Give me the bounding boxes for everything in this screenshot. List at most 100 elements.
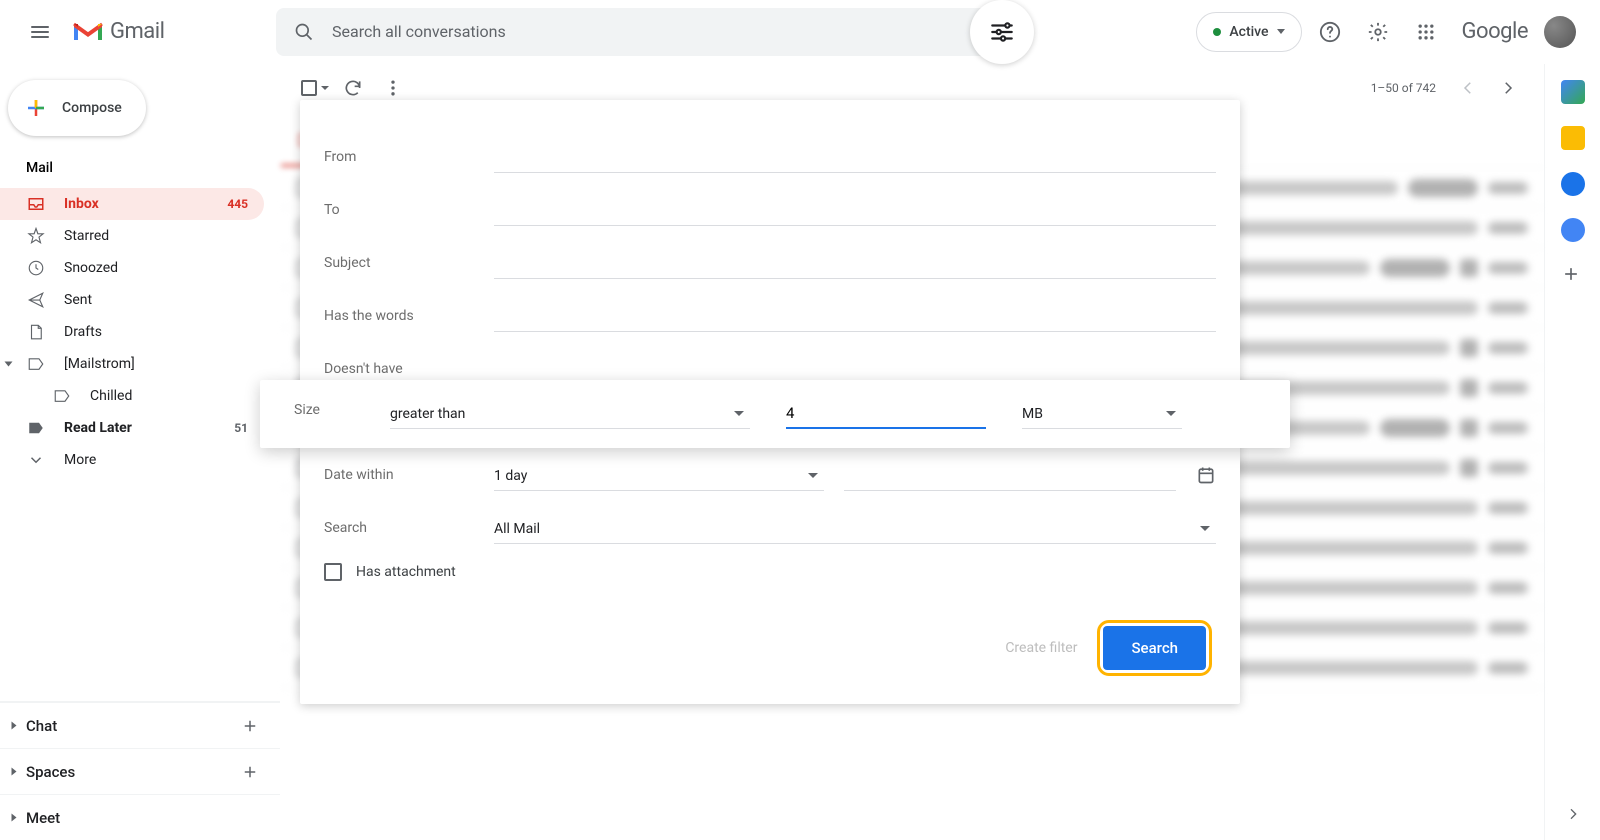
status-chip[interactable]: Active — [1196, 12, 1301, 52]
help-button[interactable] — [1310, 12, 1350, 52]
chevron-down-icon — [321, 86, 329, 90]
subject-label: Subject — [324, 255, 474, 279]
has-attachment-label: Has attachment — [356, 564, 456, 580]
sidebar-item-starred[interactable]: Starred — [0, 220, 264, 252]
sidebar: Compose Mail Inbox 445 Starred Snoozed S — [0, 64, 280, 840]
sidebar-item-read-later[interactable]: Read Later 51 — [0, 412, 264, 444]
app-name: Gmail — [110, 19, 164, 44]
to-label: To — [324, 202, 474, 226]
main-menu-button[interactable] — [16, 8, 64, 56]
calendar-app-button[interactable] — [1561, 80, 1585, 104]
label-icon — [26, 354, 46, 374]
sidebar-item-more[interactable]: More — [0, 444, 264, 476]
side-panel — [1544, 64, 1600, 840]
to-input[interactable] — [494, 196, 1216, 226]
size-label: Size — [294, 402, 354, 426]
size-operator-select[interactable]: greater than — [390, 399, 750, 429]
search-icon[interactable] — [284, 12, 324, 52]
size-filter-popout: Size greater than MB — [260, 380, 1290, 448]
sidebar-item-mailstrom[interactable]: [Mailstrom] — [0, 348, 264, 380]
collapse-panel-button[interactable] — [1559, 800, 1587, 828]
sidebar-item-chilled[interactable]: Chilled — [0, 380, 264, 412]
has-words-input[interactable] — [494, 302, 1216, 332]
date-within-label: Date within — [324, 467, 474, 491]
hamburger-icon — [31, 26, 49, 38]
chevron-down-icon — [26, 450, 46, 470]
google-logo: Google — [1462, 19, 1528, 44]
send-icon — [26, 290, 46, 310]
contacts-app-button[interactable] — [1561, 218, 1585, 242]
chevron-down-icon — [1277, 29, 1285, 34]
gmail-icon — [72, 20, 104, 44]
sidebar-section-chat[interactable]: Chat — [0, 702, 280, 748]
keep-app-button[interactable] — [1561, 126, 1585, 150]
subject-input[interactable] — [494, 249, 1216, 279]
search-input[interactable] — [324, 22, 998, 41]
search-bar[interactable] — [276, 8, 1006, 56]
add-app-button[interactable] — [1561, 264, 1585, 288]
compose-button[interactable]: Compose — [8, 80, 146, 136]
search-scope-label: Search — [324, 520, 474, 544]
chevron-down-icon — [1200, 526, 1210, 531]
sidebar-item-sent[interactable]: Sent — [0, 284, 264, 316]
has-attachment-checkbox[interactable] — [324, 563, 342, 581]
tune-icon — [989, 19, 1015, 45]
next-page-button[interactable] — [1488, 68, 1528, 108]
date-within-select[interactable]: 1 day — [494, 461, 824, 491]
gear-icon — [1367, 21, 1389, 43]
apps-button[interactable] — [1406, 12, 1446, 52]
search-button[interactable]: Search — [1103, 626, 1206, 670]
mail-section-label: Mail — [26, 160, 53, 176]
pagination-info: 1–50 of 742 — [1371, 81, 1436, 95]
create-filter-link[interactable]: Create filter — [1005, 640, 1077, 656]
sidebar-item-inbox[interactable]: Inbox 445 — [0, 188, 264, 220]
chevron-down-icon — [808, 473, 818, 478]
label-icon — [26, 418, 46, 438]
tasks-app-button[interactable] — [1561, 172, 1585, 196]
search-button-highlight: Search — [1097, 620, 1212, 676]
calendar-icon[interactable] — [1196, 465, 1216, 485]
mail-section-header[interactable]: Mail — [0, 152, 280, 184]
sidebar-item-drafts[interactable]: Drafts — [0, 316, 264, 348]
prev-page-button[interactable] — [1448, 68, 1488, 108]
select-all-checkbox[interactable] — [297, 76, 333, 100]
account-avatar[interactable] — [1544, 16, 1576, 48]
has-words-label: Has the words — [324, 308, 474, 332]
chevron-down-icon — [1166, 411, 1176, 416]
checkbox-icon — [301, 80, 317, 96]
chevron-down-icon — [734, 411, 744, 416]
from-input[interactable] — [494, 143, 1216, 173]
new-space-button[interactable] — [236, 758, 264, 786]
date-input[interactable] — [844, 461, 1176, 491]
app-header: Gmail Active Google — [0, 0, 1600, 64]
status-dot-icon — [1213, 28, 1221, 36]
help-icon — [1319, 21, 1341, 43]
search-options-button[interactable] — [970, 0, 1034, 64]
chevron-right-icon — [12, 722, 17, 730]
new-chat-button[interactable] — [236, 712, 264, 740]
header-actions: Active Google — [1196, 12, 1584, 52]
chevron-down-icon — [5, 362, 13, 367]
compose-label: Compose — [62, 100, 122, 116]
more-vert-icon — [383, 78, 403, 98]
app-logo[interactable]: Gmail — [72, 19, 272, 44]
sidebar-section-meet[interactable]: Meet — [0, 794, 280, 840]
compose-plus-icon — [24, 96, 48, 120]
clock-icon — [26, 258, 46, 278]
sidebar-item-snoozed[interactable]: Snoozed — [0, 252, 264, 284]
star-icon — [26, 226, 46, 246]
apps-grid-icon — [1416, 22, 1436, 42]
refresh-icon — [343, 78, 363, 98]
settings-button[interactable] — [1358, 12, 1398, 52]
from-label: From — [324, 149, 474, 173]
label-icon — [52, 386, 72, 406]
sidebar-section-spaces[interactable]: Spaces — [0, 748, 280, 794]
inbox-icon — [26, 194, 46, 214]
size-unit-select[interactable]: MB — [1022, 399, 1182, 429]
size-value-input[interactable] — [786, 399, 986, 429]
chevron-right-icon — [12, 768, 17, 776]
chevron-right-icon — [12, 814, 17, 822]
search-scope-select[interactable]: All Mail — [494, 514, 1216, 544]
status-label: Active — [1229, 24, 1268, 40]
draft-icon — [26, 322, 46, 342]
